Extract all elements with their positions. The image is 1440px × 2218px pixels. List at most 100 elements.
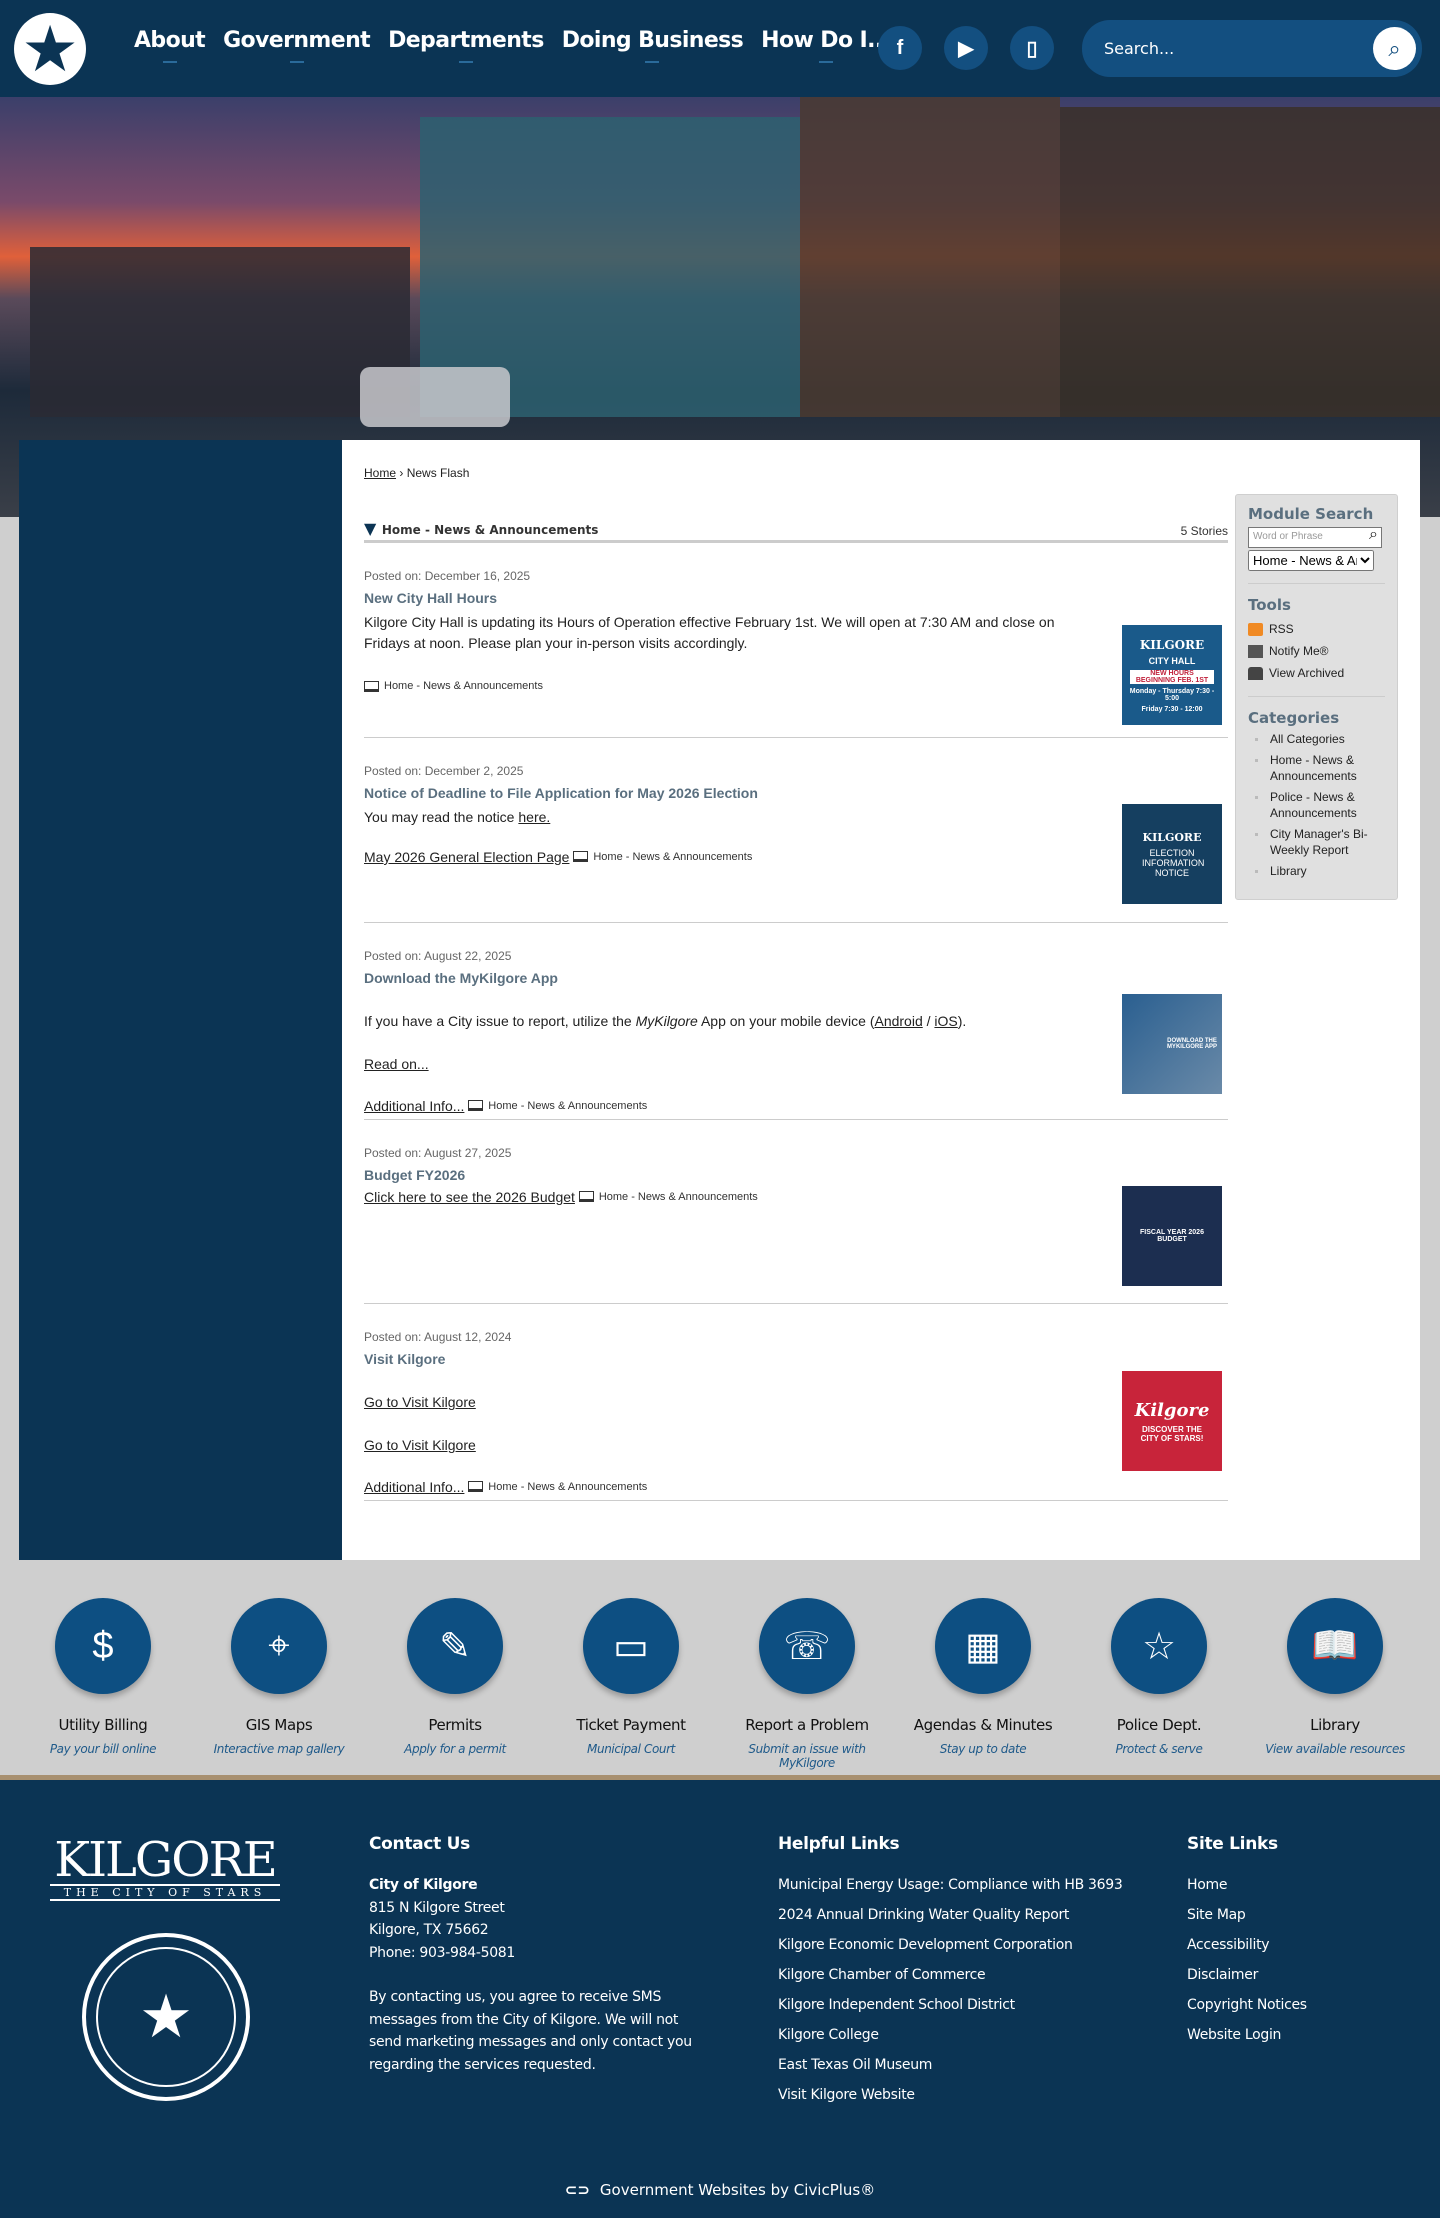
nav-government[interactable]: Government <box>223 28 371 63</box>
quick-link-police[interactable]: ☆ Police Dept. Protect & serve <box>1071 1598 1247 1770</box>
news-thumbnail[interactable]: KILGORE ELECTION INFORMATION NOTICE <box>1122 804 1222 904</box>
footer-link[interactable]: Kilgore Economic Development Corporation <box>778 1934 1128 1956</box>
notice-link[interactable]: here. <box>518 809 550 825</box>
document-pen-icon: ✎ <box>407 1598 503 1694</box>
posted-date: Posted on: December 2, 2025 <box>364 764 524 778</box>
ios-link[interactable]: iOS <box>934 1013 957 1029</box>
thumb-text: Kilgore <box>1134 1399 1210 1421</box>
link-row: Click here to see the 2026 Budget Home -… <box>364 1189 1228 1210</box>
quick-link-agendas[interactable]: ▦ Agendas & Minutes Stay up to date <box>895 1598 1071 1770</box>
breadcrumb-current: News Flash <box>406 466 470 480</box>
android-link[interactable]: Android <box>874 1013 922 1029</box>
category-link[interactable]: City Manager's Bi-Weekly Report <box>1248 826 1385 858</box>
footer-link[interactable]: Copyright Notices <box>1187 1994 1407 2016</box>
breadcrumb-home[interactable]: Home <box>364 466 396 480</box>
category-label: Home - News & Announcements <box>593 850 753 863</box>
nav-doing-business[interactable]: Doing Business <box>562 28 744 63</box>
footer-link[interactable]: Site Map <box>1187 1904 1407 1926</box>
nav-how-do-i[interactable]: How Do I... <box>761 28 891 63</box>
tool-label: Notify Me® <box>1269 644 1329 658</box>
footer-link[interactable]: Disclaimer <box>1187 1964 1407 1986</box>
calendar-icon: ▦ <box>935 1598 1031 1694</box>
tool-label: RSS <box>1269 622 1294 636</box>
posted-date: Posted on: August 22, 2025 <box>364 949 512 963</box>
helpful-links-heading: Helpful Links <box>778 1834 900 1854</box>
nav-departments[interactable]: Departments <box>388 28 544 63</box>
quick-link-ticket-payment[interactable]: ▭ Ticket Payment Municipal Court <box>543 1598 719 1770</box>
news-title[interactable]: Budget FY2026 <box>364 1167 1228 1189</box>
read-on-link[interactable]: Read on... <box>364 1056 429 1072</box>
budget-link[interactable]: Click here to see the 2026 Budget <box>364 1189 575 1205</box>
news-item: Posted on: August 22, 2025 Download the … <box>364 923 1228 1120</box>
additional-info-link[interactable]: Additional Info... <box>364 1479 464 1495</box>
news-thumbnail[interactable]: DOWNLOAD THE MYKILGORE APP <box>1122 994 1222 1094</box>
news-thumbnail[interactable]: KILGORE CITY HALL NEW HOURS BEGINNING FE… <box>1122 625 1222 725</box>
category-select[interactable]: Home - News & Announcements <box>1248 550 1374 571</box>
footer-link[interactable]: Kilgore Independent School District <box>778 1994 1128 2016</box>
footer-link[interactable]: 2024 Annual Drinking Water Quality Repor… <box>778 1904 1128 1926</box>
footer-link[interactable]: Municipal Energy Usage: Compliance with … <box>778 1874 1128 1896</box>
rss-icon <box>1248 622 1263 636</box>
category-link[interactable]: All Categories <box>1248 731 1385 747</box>
quick-link-sub: Interactive map gallery <box>213 1742 345 1756</box>
module-search-input[interactable]: Word or Phrase ⌕ <box>1248 526 1382 548</box>
thumb-text: ELECTION INFORMATION NOTICE <box>1142 847 1205 878</box>
rss-link[interactable]: RSS <box>1248 618 1385 640</box>
view-archived-link[interactable]: View Archived <box>1248 662 1385 684</box>
news-title[interactable]: Download the MyKilgore App <box>364 970 1228 992</box>
quick-link-sub: Protect & serve <box>1115 1742 1203 1756</box>
search-icon[interactable]: ⌕ <box>1369 526 1378 544</box>
quick-link-utility-billing[interactable]: $ Utility Billing Pay your bill online <box>15 1598 191 1770</box>
contact-us: Contact Us City of Kilgore 815 N Kilgore… <box>369 1834 709 2076</box>
mobile-app-icon[interactable]: ▯ <box>1010 26 1054 70</box>
sms-disclaimer: By contacting us, you agree to receive S… <box>369 1989 692 2073</box>
shield-star-icon: ☆ <box>1111 1598 1207 1694</box>
city-star-logo[interactable]: ★ <box>14 13 86 85</box>
category-link[interactable]: Home - News & Announcements <box>1248 752 1385 784</box>
news-thumbnail[interactable]: FISCAL YEAR 2026 BUDGET <box>1122 1186 1222 1286</box>
news-title[interactable]: New City Hall Hours <box>364 590 1228 612</box>
category-tag: Home - News & Announcements <box>364 680 543 692</box>
visit-kilgore-link[interactable]: Go to Visit Kilgore <box>364 1394 476 1410</box>
posted-date: Posted on: August 27, 2025 <box>364 1146 512 1160</box>
footer-link[interactable]: East Texas Oil Museum <box>778 2054 1128 2076</box>
thumb-text: KILGORE <box>1142 830 1202 844</box>
footer-link[interactable]: Home <box>1187 1874 1407 1896</box>
visit-kilgore-link[interactable]: Go to Visit Kilgore <box>364 1437 476 1453</box>
civicplus-credit[interactable]: ⊂⊃ Government Websites by CivicPlus® <box>0 2181 1440 2199</box>
nav-about[interactable]: About <box>134 28 206 63</box>
news-item: Posted on: December 2, 2025 Notice of De… <box>364 738 1228 923</box>
news-title[interactable]: Notice of Deadline to File Application f… <box>364 785 1228 807</box>
youtube-icon[interactable]: ▶ <box>944 26 988 70</box>
footer-link[interactable]: Kilgore Chamber of Commerce <box>778 1964 1128 1986</box>
quick-link-report-problem[interactable]: ☏ Report a Problem Submit an issue with My… <box>719 1598 895 1770</box>
divider <box>1248 583 1385 584</box>
kilgore-logo[interactable]: KILGORE THE CITY OF STARS <box>40 1836 290 1901</box>
footer-link[interactable]: Accessibility <box>1187 1934 1407 1956</box>
quick-link-library[interactable]: 📖 Library View available resources <box>1247 1598 1423 1770</box>
content-card: Home › News Flash ▼ Home - News & Announ… <box>342 440 1420 1560</box>
quick-link-sub: Pay your bill online <box>49 1742 157 1756</box>
additional-info-link[interactable]: Additional Info... <box>364 1098 464 1114</box>
footer-link[interactable]: Kilgore College <box>778 2024 1128 2046</box>
news-title[interactable]: Visit Kilgore <box>364 1351 1228 1373</box>
quick-link-permits[interactable]: ✎ Permits Apply for a permit <box>367 1598 543 1770</box>
notify-me-link[interactable]: Notify Me® <box>1248 640 1385 662</box>
category-link[interactable]: Library <box>1248 863 1385 879</box>
search-icon[interactable]: ⌕ <box>1373 27 1416 70</box>
tools-heading: Tools <box>1248 596 1291 614</box>
body-text: MyKilgore <box>635 1013 698 1029</box>
category-label: Home - News & Announcements <box>488 1480 648 1493</box>
footer-link[interactable]: Website Login <box>1187 2024 1407 2046</box>
thumb-text: DOWNLOAD THE MYKILGORE APP <box>1166 1038 1218 1050</box>
election-page-link[interactable]: May 2026 General Election Page <box>364 849 569 865</box>
site-header: ★ About Government Departments Doing Bus… <box>0 0 1440 97</box>
quick-link-gis-maps[interactable]: ⌖ GIS Maps Interactive map gallery <box>191 1598 367 1770</box>
category-label: Home - News & Announcements <box>598 1190 758 1203</box>
news-thumbnail[interactable]: Kilgore DISCOVER THE CITY OF STARS! <box>1122 1371 1222 1471</box>
facebook-icon[interactable]: f <box>878 26 922 70</box>
search-input[interactable] <box>1104 39 1364 58</box>
module-title[interactable]: ▼ Home - News & Announcements <box>364 519 598 538</box>
category-link[interactable]: Police - News & Announcements <box>1248 789 1385 821</box>
footer-link[interactable]: Visit Kilgore Website <box>778 2084 1128 2106</box>
